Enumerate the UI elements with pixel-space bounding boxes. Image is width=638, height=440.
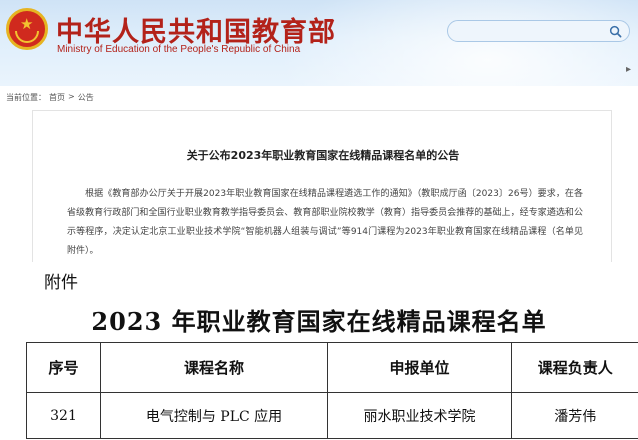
article-body: 根据《教育部办公厅关于开展2023年职业教育国家在线精品课程遴选工作的通知》（教… xyxy=(67,185,583,261)
emblem-ring-icon xyxy=(15,31,39,43)
site-header: ★ 中华人民共和国教育部 Ministry of Education of th… xyxy=(0,0,638,86)
search-input[interactable] xyxy=(456,23,606,39)
cell-course-name: 电气控制与 PLC 应用 xyxy=(100,392,328,439)
emblem-star-icon: ★ xyxy=(20,15,34,33)
breadcrumb-prefix: 当前位置： xyxy=(6,93,46,102)
article-title: 关于公布2023年职业教育国家在线精品课程名单的公告 xyxy=(186,149,460,162)
cell-institution: 丽水职业技术学院 xyxy=(327,392,512,439)
site-title-en: Ministry of Education of the People's Re… xyxy=(57,44,301,55)
article-panel: 关于公布2023年职业教育国家在线精品课程名单的公告 根据《教育部办公厅关于开展… xyxy=(32,110,612,270)
course-table: 序号 课程名称 申报单位 课程负责人 321 电气控制与 PLC 应用 丽水职业… xyxy=(26,342,638,439)
table-row: 321 电气控制与 PLC 应用 丽水职业技术学院 潘芳伟 xyxy=(26,392,638,439)
attachment-title: 2023 年职业教育国家在线精品课程名单 xyxy=(91,307,547,336)
column-header-course-name: 课程名称 xyxy=(100,342,328,393)
breadcrumb-separator: > xyxy=(68,92,75,101)
table-header-row: 序号 课程名称 申报单位 课程负责人 xyxy=(26,342,638,393)
column-header-institution: 申报单位 xyxy=(327,342,512,393)
search-icon[interactable] xyxy=(609,25,622,38)
expand-menu-icon[interactable]: ▸ xyxy=(626,64,631,75)
breadcrumb-item-notice[interactable]: 公告 xyxy=(78,92,94,103)
search-bar xyxy=(447,20,630,42)
article-paragraph: 根据《教育部办公厅关于开展2023年职业教育国家在线精品课程遴选工作的通知》（教… xyxy=(67,189,583,256)
cell-index: 321 xyxy=(26,392,101,439)
attachment-document: 附件 2023 年职业教育国家在线精品课程名单 序号 课程名称 申报单位 课程负… xyxy=(0,262,638,440)
column-header-instructor: 课程负责人 xyxy=(511,342,638,393)
cell-instructor: 潘芳伟 xyxy=(511,392,638,439)
breadcrumb: 当前位置： 首页 > 公告 xyxy=(6,92,94,103)
attachment-label: 附件 xyxy=(44,273,78,293)
column-header-index: 序号 xyxy=(26,342,101,393)
national-emblem-logo[interactable]: ★ xyxy=(6,8,48,50)
breadcrumb-item-home[interactable]: 首页 xyxy=(49,92,65,103)
